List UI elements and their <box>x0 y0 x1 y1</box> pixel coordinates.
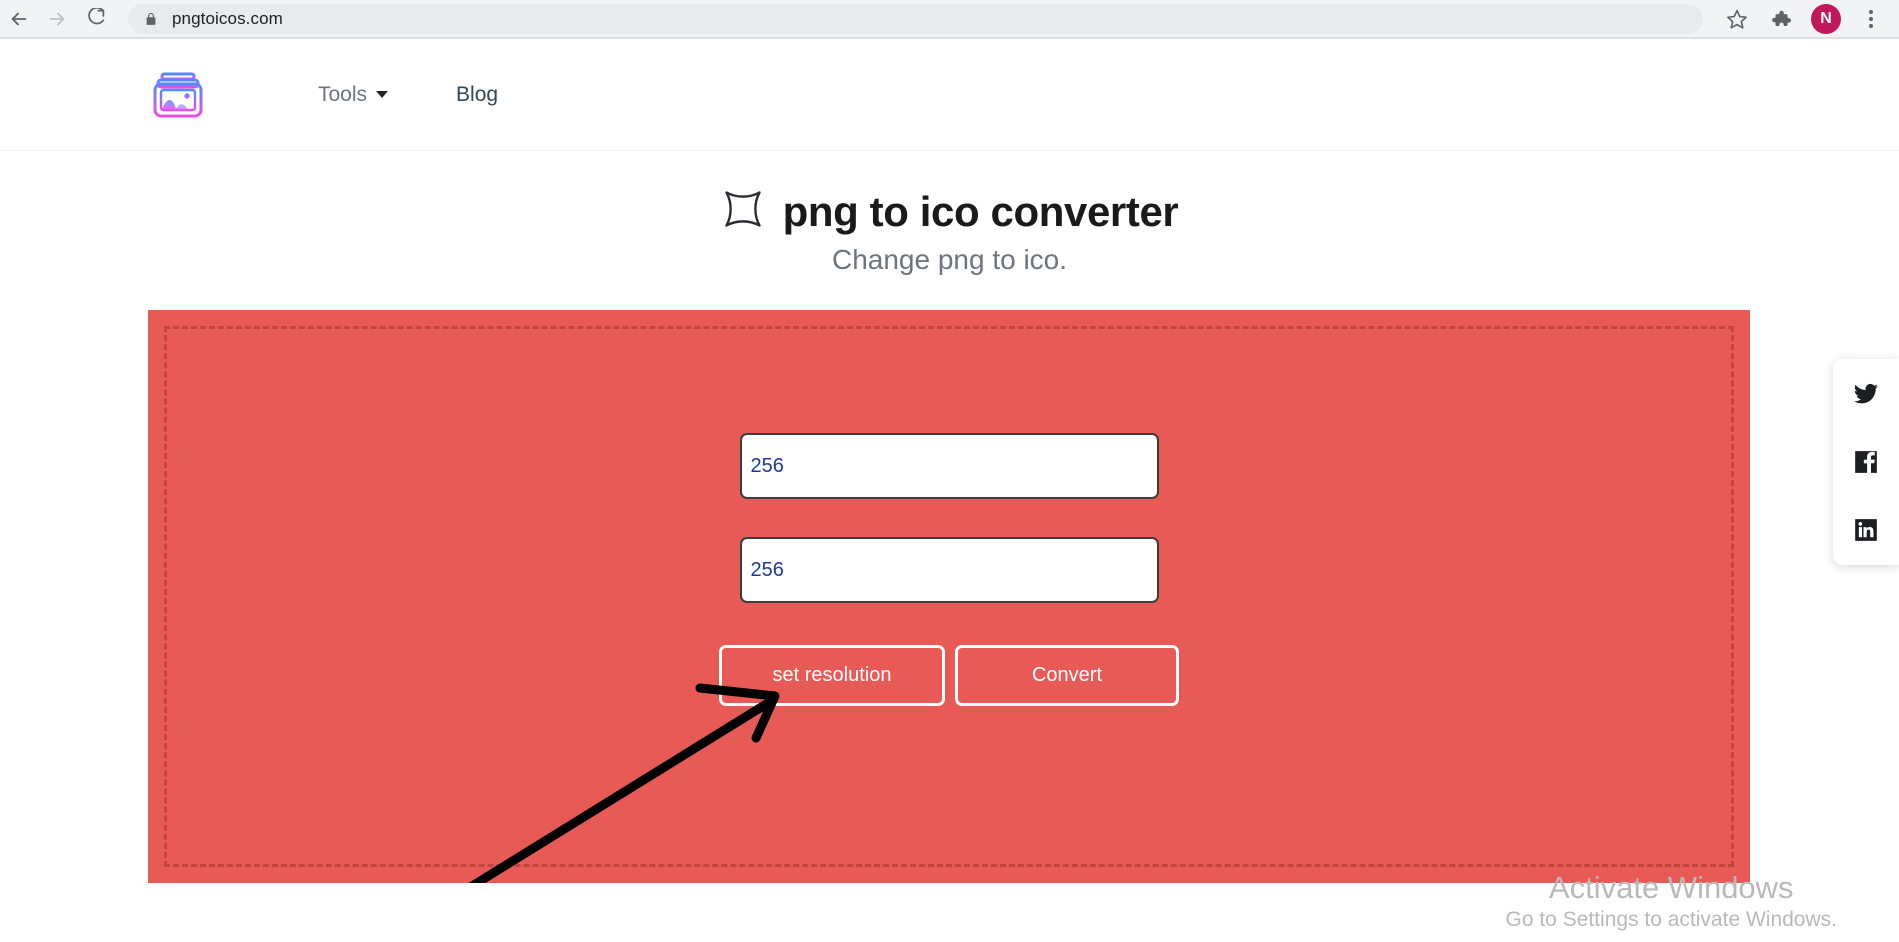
twitter-icon[interactable] <box>1853 381 1879 407</box>
windows-activation-watermark: Activate Windows Go to Settings to activ… <box>1506 870 1838 932</box>
forward-button[interactable] <box>38 0 76 38</box>
resolution-form: set resolution Convert <box>148 310 1750 883</box>
primary-navigation: Tools Blog <box>318 83 498 107</box>
action-button-row: set resolution Convert <box>719 645 1179 706</box>
page-title-row: png to ico converter <box>0 187 1899 236</box>
page-subtitle: Change png to ico. <box>831 244 1068 275</box>
four-point-star-icon <box>721 187 765 236</box>
puzzle-piece-icon[interactable] <box>1761 0 1801 38</box>
reload-button[interactable] <box>76 0 114 38</box>
image-stack-logo-icon[interactable] <box>150 69 206 121</box>
browser-toolbar: pngtoicos.com N <box>0 0 1899 37</box>
three-dot-menu-icon[interactable] <box>1851 0 1891 38</box>
nav-item-tools-label: Tools <box>318 82 368 106</box>
file-dropzone[interactable]: set resolution Convert <box>148 310 1750 883</box>
url-text: pngtoicos.com <box>172 8 283 28</box>
hero-section: png to ico converter Change png to ico. <box>0 151 1899 276</box>
page-viewport: Tools Blog png to ico converter Change p… <box>0 39 1899 942</box>
width-input[interactable] <box>739 433 1159 499</box>
linkedin-icon[interactable] <box>1853 517 1879 543</box>
nav-item-tools[interactable]: Tools <box>318 82 389 107</box>
page-title: png to ico converter <box>782 187 1179 235</box>
nav-item-blog[interactable]: Blog <box>456 83 498 107</box>
address-bar[interactable]: pngtoicos.com <box>128 3 1703 34</box>
back-button[interactable] <box>0 0 38 38</box>
watermark-title: Activate Windows <box>1548 870 1794 906</box>
height-input[interactable] <box>739 537 1159 603</box>
set-resolution-button[interactable]: set resolution <box>719 645 945 706</box>
toolbar-right-group: N <box>1717 0 1899 38</box>
star-icon[interactable] <box>1717 0 1757 38</box>
facebook-icon[interactable] <box>1853 449 1879 475</box>
chevron-down-icon <box>376 91 389 98</box>
site-header: Tools Blog <box>0 39 1899 151</box>
convert-button[interactable]: Convert <box>955 645 1179 706</box>
watermark-subtitle: Go to Settings to activate Windows. <box>1505 908 1838 931</box>
social-share-rail <box>1833 359 1899 565</box>
lock-icon <box>144 11 158 27</box>
profile-avatar[interactable]: N <box>1811 3 1841 34</box>
